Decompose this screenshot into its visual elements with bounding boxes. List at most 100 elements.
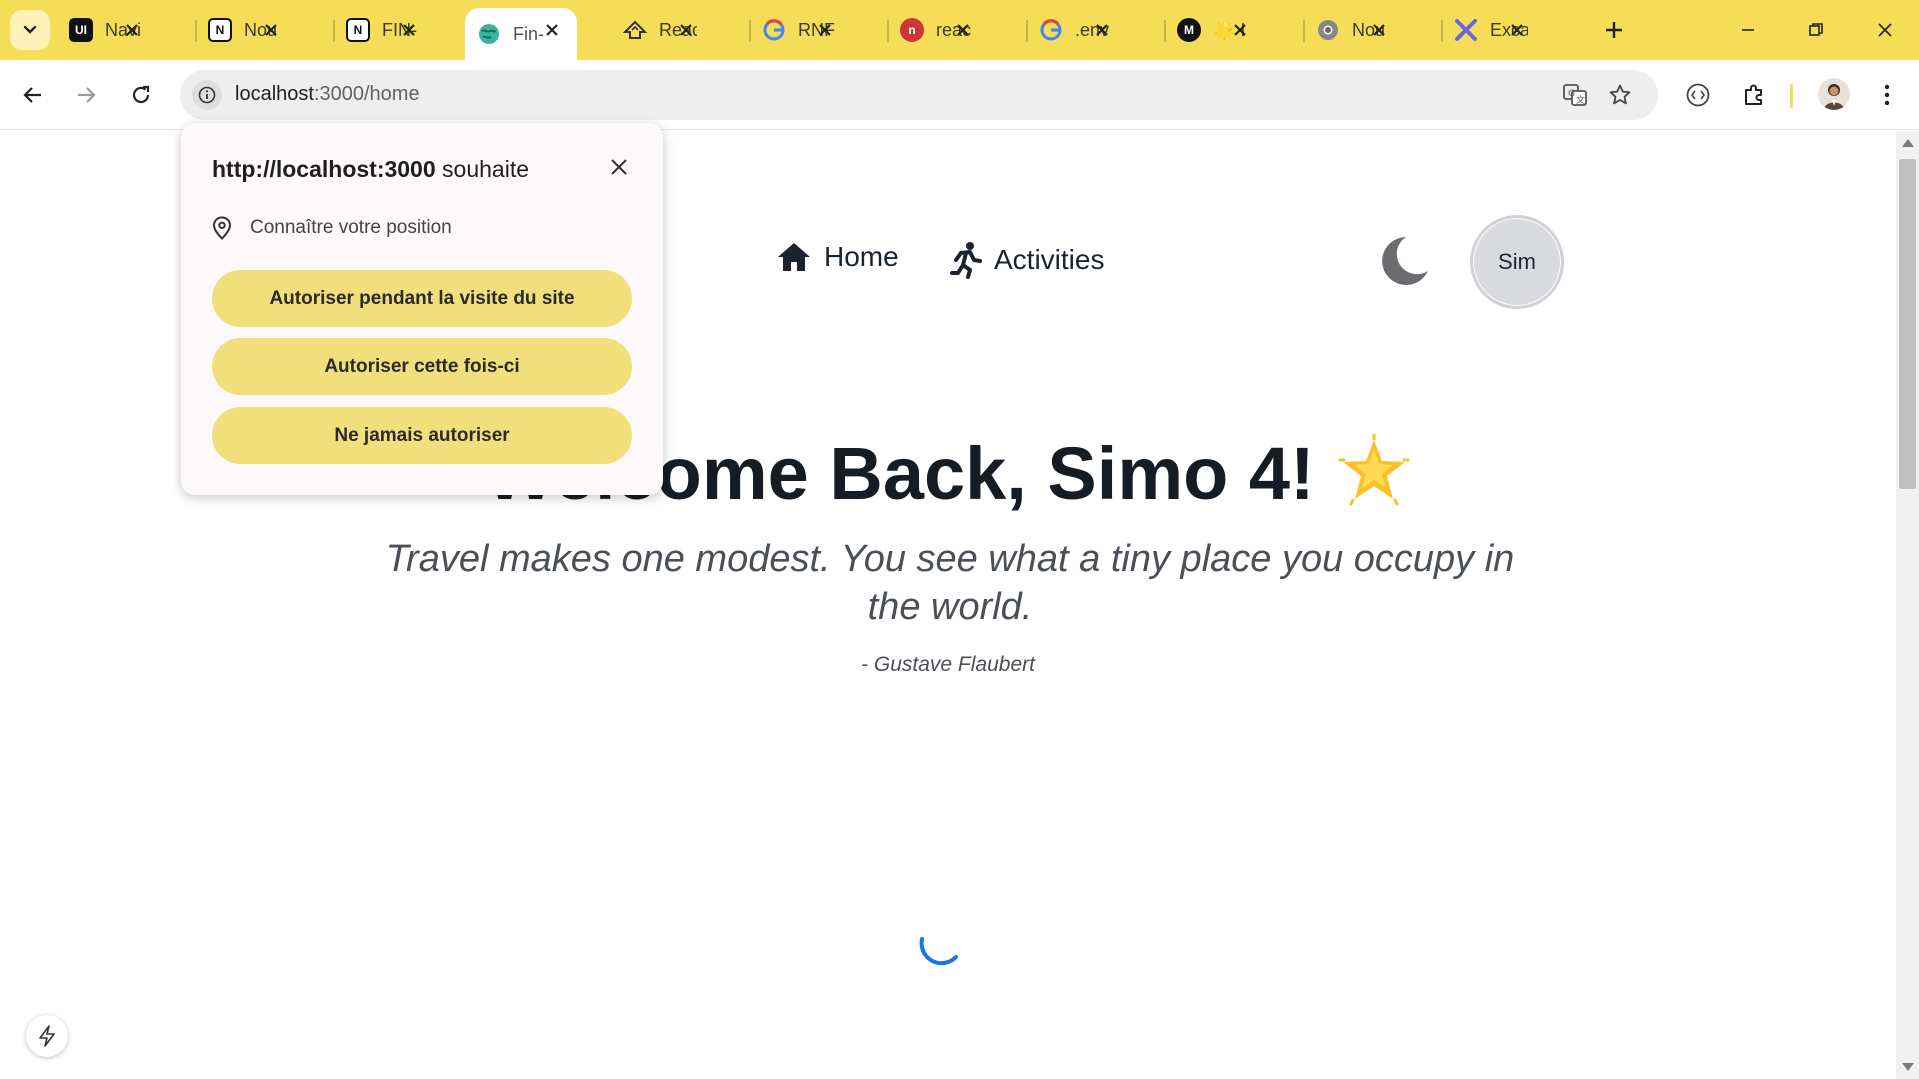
excalidraw-icon (1454, 18, 1478, 42)
tab-close-icon[interactable] (398, 19, 420, 41)
popup-title-suffix: souhaite (435, 156, 530, 182)
restore-button[interactable] (1794, 10, 1838, 50)
tab[interactable]: n reac (888, 8, 988, 52)
nav-activities-link[interactable]: Activities (950, 241, 1104, 279)
nav-home-label: Home (824, 241, 899, 272)
tab[interactable]: M 🌟 I (1165, 8, 1265, 52)
minimize-icon (1742, 29, 1754, 31)
page-scrollbar[interactable] (1896, 131, 1919, 1079)
tab-close-icon[interactable] (952, 19, 974, 41)
google-icon (762, 18, 786, 42)
scroll-down-arrow[interactable] (1902, 1063, 1914, 1071)
profile-avatar[interactable] (1818, 78, 1850, 110)
tab-close-icon[interactable] (121, 19, 143, 41)
tab[interactable]: Nou (1304, 8, 1404, 52)
forward-button[interactable] (65, 74, 107, 116)
lightning-icon (39, 1025, 55, 1047)
plus-icon (1606, 22, 1622, 38)
quote-author: - Gustave Flaubert (861, 653, 1035, 676)
quote-text: Travel makes one modest. You see what a … (385, 538, 1515, 628)
ui-icon: UI (69, 18, 93, 42)
popup-origin: http://localhost:3000 (212, 156, 436, 182)
scroll-up-arrow[interactable] (1902, 139, 1914, 147)
url-host: localhost (235, 83, 314, 105)
npm-icon: n (900, 18, 924, 42)
extension-devtools-button[interactable] (1677, 74, 1719, 116)
popup-title: http://localhost:3000 souhaite (212, 156, 529, 183)
allow-this-time-button[interactable]: Autoriser cette fois-ci (212, 338, 632, 395)
tab-close-icon[interactable] (1506, 19, 1528, 41)
glowing-star-icon (1337, 433, 1411, 525)
toolbar-separator (1790, 84, 1793, 108)
dev-tools-bolt-button[interactable] (26, 1015, 68, 1057)
notion-icon: N (208, 18, 232, 42)
permission-label: Connaître votre position (250, 217, 452, 238)
user-avatar-button[interactable]: Sim (1470, 215, 1564, 309)
medium-icon: M (1177, 18, 1201, 42)
location-permission-popup: http://localhost:3000 souhaite Connaître… (181, 123, 663, 495)
popup-close-button[interactable] (603, 151, 635, 183)
tab[interactable]: N Nou (196, 8, 296, 52)
never-allow-button[interactable]: Ne jamais autoriser (212, 407, 632, 464)
translate-button[interactable]: G文 (1560, 80, 1590, 110)
arrow-right-icon (78, 87, 96, 103)
permission-row: Connaître votre position (212, 216, 452, 240)
arrow-left-icon (23, 87, 41, 103)
scroll-thumb[interactable] (1899, 159, 1916, 489)
new-tab-button[interactable] (1596, 12, 1632, 48)
code-circle-icon (1686, 83, 1710, 107)
tab[interactable]: RNF (750, 8, 850, 52)
moon-icon (1382, 237, 1428, 285)
loading-spinner (916, 919, 966, 969)
allow-while-visiting-button[interactable]: Autoriser pendant la visite du site (212, 270, 632, 327)
spinner-icon (919, 937, 958, 966)
reload-button[interactable] (120, 74, 162, 116)
minimize-button[interactable] (1726, 10, 1770, 50)
back-button[interactable] (12, 74, 54, 116)
url-text[interactable]: localhost:3000/home (235, 83, 420, 106)
url-path: :3000/home (313, 83, 420, 105)
extensions-button[interactable] (1733, 74, 1775, 116)
close-icon (611, 159, 627, 175)
tab-close-icon[interactable] (814, 19, 836, 41)
home-icon (778, 243, 810, 271)
tab[interactable]: Reac (611, 8, 711, 52)
tab-close-icon[interactable] (1091, 19, 1113, 41)
location-pin-icon (212, 216, 232, 240)
user-avatar-initials: Sim (1498, 249, 1536, 274)
reload-icon (132, 85, 150, 104)
browser-menu-button[interactable] (1866, 74, 1908, 116)
puzzle-icon (1745, 84, 1762, 105)
tab[interactable]: Exca (1442, 8, 1542, 52)
browser-toolbar: localhost:3000/home G文 (0, 60, 1919, 130)
google-icon (1039, 18, 1063, 42)
tab-close-icon[interactable] (260, 19, 282, 41)
more-vertical-icon (1884, 84, 1890, 106)
tab-close-icon[interactable] (1368, 19, 1390, 41)
theme-toggle-button[interactable] (1376, 233, 1432, 289)
chevron-down-icon (23, 25, 37, 34)
tab[interactable]: .env (1027, 8, 1127, 52)
address-bar[interactable]: localhost:3000/home G文 (180, 70, 1658, 120)
reader-icon (623, 18, 647, 42)
bookmark-button[interactable] (1605, 80, 1635, 110)
tab-active[interactable]: Fin- (465, 8, 577, 60)
tab-strip: UI Navi N Nou N FIN- Fin- Reac RNF n reac .env M 🌟 IN… (0, 0, 1919, 60)
close-window-button[interactable] (1863, 10, 1907, 50)
nav-activities-label: Activities (994, 244, 1105, 275)
svg-text:文: 文 (1576, 94, 1585, 106)
tab-close-icon[interactable] (541, 19, 563, 41)
tab[interactable]: UI Navi (57, 8, 157, 52)
close-icon (1878, 23, 1892, 37)
person-avatar-icon (1824, 84, 1844, 110)
site-info-button[interactable] (192, 80, 222, 110)
notion-icon: N (346, 18, 370, 42)
globe-icon (477, 22, 501, 46)
tab-search-button[interactable] (10, 10, 50, 50)
running-person-icon (950, 242, 982, 279)
tab-close-icon[interactable] (1229, 19, 1251, 41)
nav-home-link[interactable]: Home (776, 241, 899, 273)
tab-close-icon[interactable] (675, 19, 697, 41)
chrome-icon (1316, 18, 1340, 42)
tab[interactable]: N FIN- (334, 8, 434, 52)
